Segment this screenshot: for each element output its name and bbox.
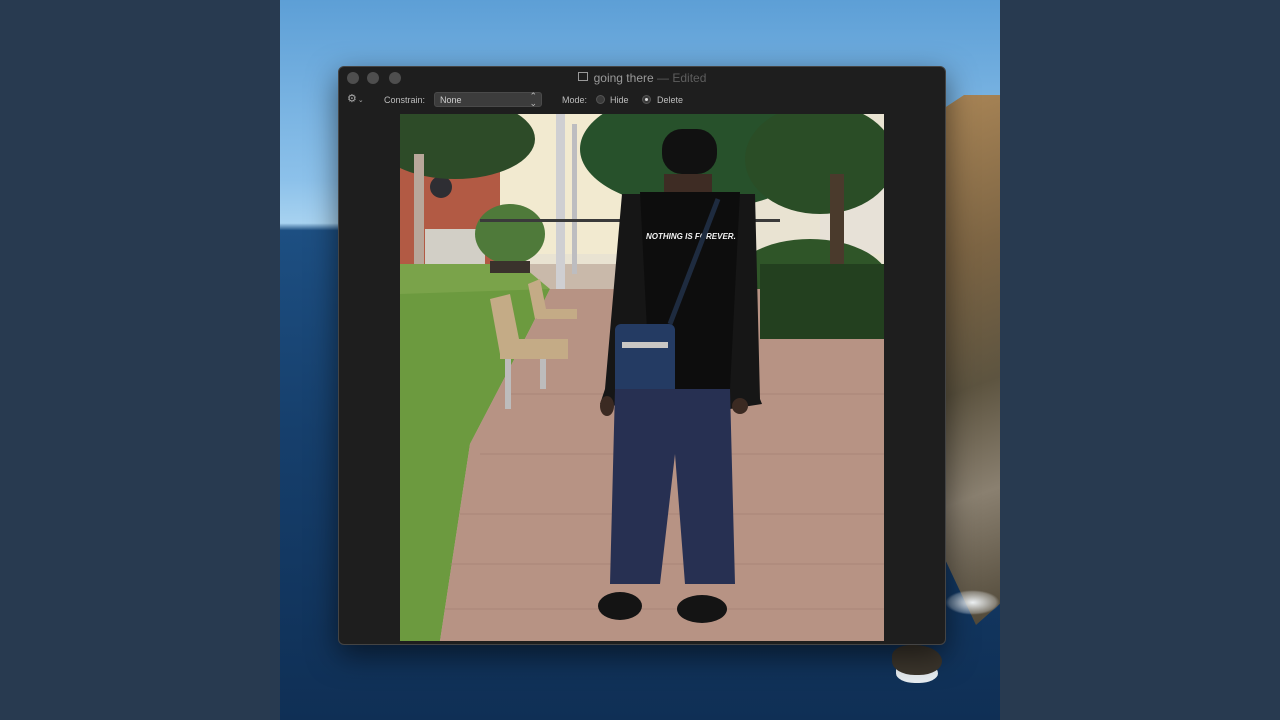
- constrain-label: Constrain:: [384, 95, 426, 105]
- wallpaper-rock: [892, 645, 942, 675]
- photo-image: NOTHING IS FOREVER.: [400, 114, 884, 641]
- gear-icon[interactable]: ⚙⌄: [347, 94, 364, 106]
- toolbar: ⚙⌄ Constrain: None ⌃ ⌄ Mode: Hide Delete: [339, 89, 945, 111]
- app-window: going there — Edited ⚙⌄ Constrain: None …: [338, 66, 946, 645]
- title-separator: —: [657, 71, 669, 85]
- mode-delete-label[interactable]: Delete: [657, 95, 683, 105]
- window-title: going there — Edited: [339, 71, 945, 85]
- up-down-chevron-icon: ⌃ ⌄: [529, 91, 537, 108]
- wallpaper-foam: [945, 590, 1000, 615]
- mode-hide-label[interactable]: Hide: [610, 95, 629, 105]
- wallpaper-cliff: [940, 95, 1000, 625]
- document-icon: [577, 72, 588, 81]
- mode-hide-radio[interactable]: [596, 95, 605, 104]
- mode-label: Mode:: [562, 95, 588, 105]
- edited-status: Edited: [672, 71, 707, 85]
- shirt-print: NOTHING IS FOREVER.: [646, 232, 736, 241]
- constrain-select[interactable]: None ⌃ ⌄: [434, 91, 542, 108]
- photo-canvas[interactable]: NOTHING IS FOREVER.: [400, 114, 884, 641]
- title-bar[interactable]: going there — Edited: [339, 67, 945, 89]
- mode-delete-radio[interactable]: [642, 95, 651, 104]
- window-title-text: going there: [593, 71, 654, 85]
- constrain-value: None: [440, 95, 462, 105]
